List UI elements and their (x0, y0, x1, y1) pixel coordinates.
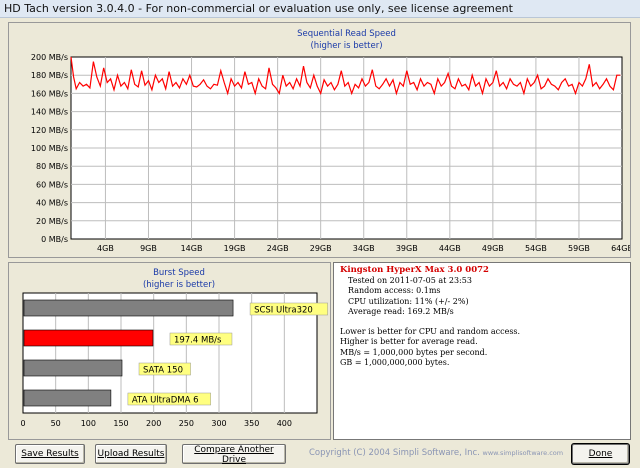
burst-bar (23, 299, 234, 317)
upload-results-button[interactable]: Upload Results (95, 444, 167, 464)
burst-speed-panel: Burst Speed (higher is better) 0 50 100 150 20… (8, 262, 331, 440)
burst-bar (23, 329, 154, 347)
copyright-text: Copyright (C) 2004 Simpli Software, Inc. (309, 448, 480, 458)
chart-title: Burst Speed (153, 268, 205, 278)
chart-title: Sequential Read Speed (297, 29, 396, 39)
y-tick-label: 200 MB/s (31, 53, 68, 62)
x-tick-label: 150 (113, 419, 128, 428)
x-tick-label: 100 (81, 419, 96, 428)
compare-another-drive-button[interactable]: Compare Another Drive (182, 444, 286, 465)
x-tick-label: 29GB (310, 244, 332, 253)
copyright-url: www.simplisoftware.com (482, 449, 564, 457)
burst-speed-chart: Burst Speed (higher is better) 0 50 100 150 20… (20, 268, 328, 428)
x-tick-label: 300 (211, 419, 226, 428)
y-tick-label: 80 MB/s (36, 162, 68, 171)
x-tick-label: 59GB (568, 244, 590, 253)
x-tick-label: 14GB (181, 244, 203, 253)
info-note: Lower is better for CPU and random acces… (340, 326, 521, 336)
bar-label: 197.4 MB/s (174, 336, 222, 346)
x-tick-label: 49GB (482, 244, 504, 253)
x-tick-label: 19GB (224, 244, 246, 253)
sequential-read-chart: Sequential Read Speed (higher is better) 0… (31, 29, 633, 253)
x-tick-label: 9GB (140, 244, 157, 253)
drive-name: Kingston HyperX Max 3.0 0072 (340, 265, 489, 275)
done-button[interactable]: Done (572, 444, 629, 464)
x-tick-label: 350 (244, 419, 259, 428)
info-note: MB/s = 1,000,000 bytes per second. (340, 347, 488, 357)
x-tick-label: 39GB (396, 244, 418, 253)
x-tick-label: 200 (146, 419, 161, 428)
y-tick-label: 140 MB/s (31, 108, 68, 117)
y-tick-label: 160 MB/s (31, 89, 68, 98)
y-tick-label: 40 MB/s (36, 199, 68, 208)
x-tick-label: 50 (51, 419, 61, 428)
y-tick-label: 100 MB/s (31, 144, 68, 153)
y-tick-label: 120 MB/s (31, 126, 68, 135)
x-tick-label: 250 (179, 419, 194, 428)
bar-label: ATA UltraDMA 6 (132, 396, 199, 406)
y-tick-label: 60 MB/s (36, 180, 68, 189)
burst-bar (23, 359, 123, 377)
random-access: Random access: 0.1ms (348, 286, 441, 295)
copyright: Copyright (C) 2004 Simpli Software, Inc.… (309, 448, 563, 458)
x-tick-label: 44GB (439, 244, 461, 253)
x-tick-label: 64GB (611, 244, 630, 253)
x-tick-label: 400 (277, 419, 292, 428)
chart-subtitle: (higher is better) (143, 280, 215, 290)
y-tick-label: 180 MB/s (31, 71, 68, 80)
drive-info-panel: Kingston HyperX Max 3.0 0072 Tested on 2… (333, 262, 631, 440)
window-title: HD Tach version 3.0.4.0 - For non-commer… (0, 0, 640, 18)
bar-label: SATA 150 (143, 366, 183, 376)
x-tick-label: 54GB (525, 244, 547, 253)
bar-label: SCSI Ultra320 (254, 306, 313, 316)
sequential-read-panel: Sequential Read Speed (higher is better) 0… (8, 22, 633, 258)
info-note: GB = 1,000,000,000 bytes. (340, 358, 450, 367)
x-tick-label: 34GB (353, 244, 375, 253)
info-note: Higher is better for average read. (340, 337, 478, 346)
x-tick-label: 4GB (97, 244, 114, 253)
save-results-button[interactable]: Save Results (15, 444, 85, 464)
y-tick-label: 20 MB/s (36, 217, 68, 226)
chart-subtitle: (higher is better) (310, 41, 382, 51)
tested-on: Tested on 2011-07-05 at 23:53 (348, 275, 472, 285)
x-tick-label: 24GB (267, 244, 289, 253)
cpu-utilization: CPU utilization: 11% (+/- 2%) (348, 296, 469, 306)
x-tick-label: 0 (20, 419, 25, 428)
y-tick-label: 0 MB/s (41, 235, 68, 244)
average-read: Average read: 169.2 MB/s (348, 307, 454, 316)
burst-bar (23, 389, 112, 407)
